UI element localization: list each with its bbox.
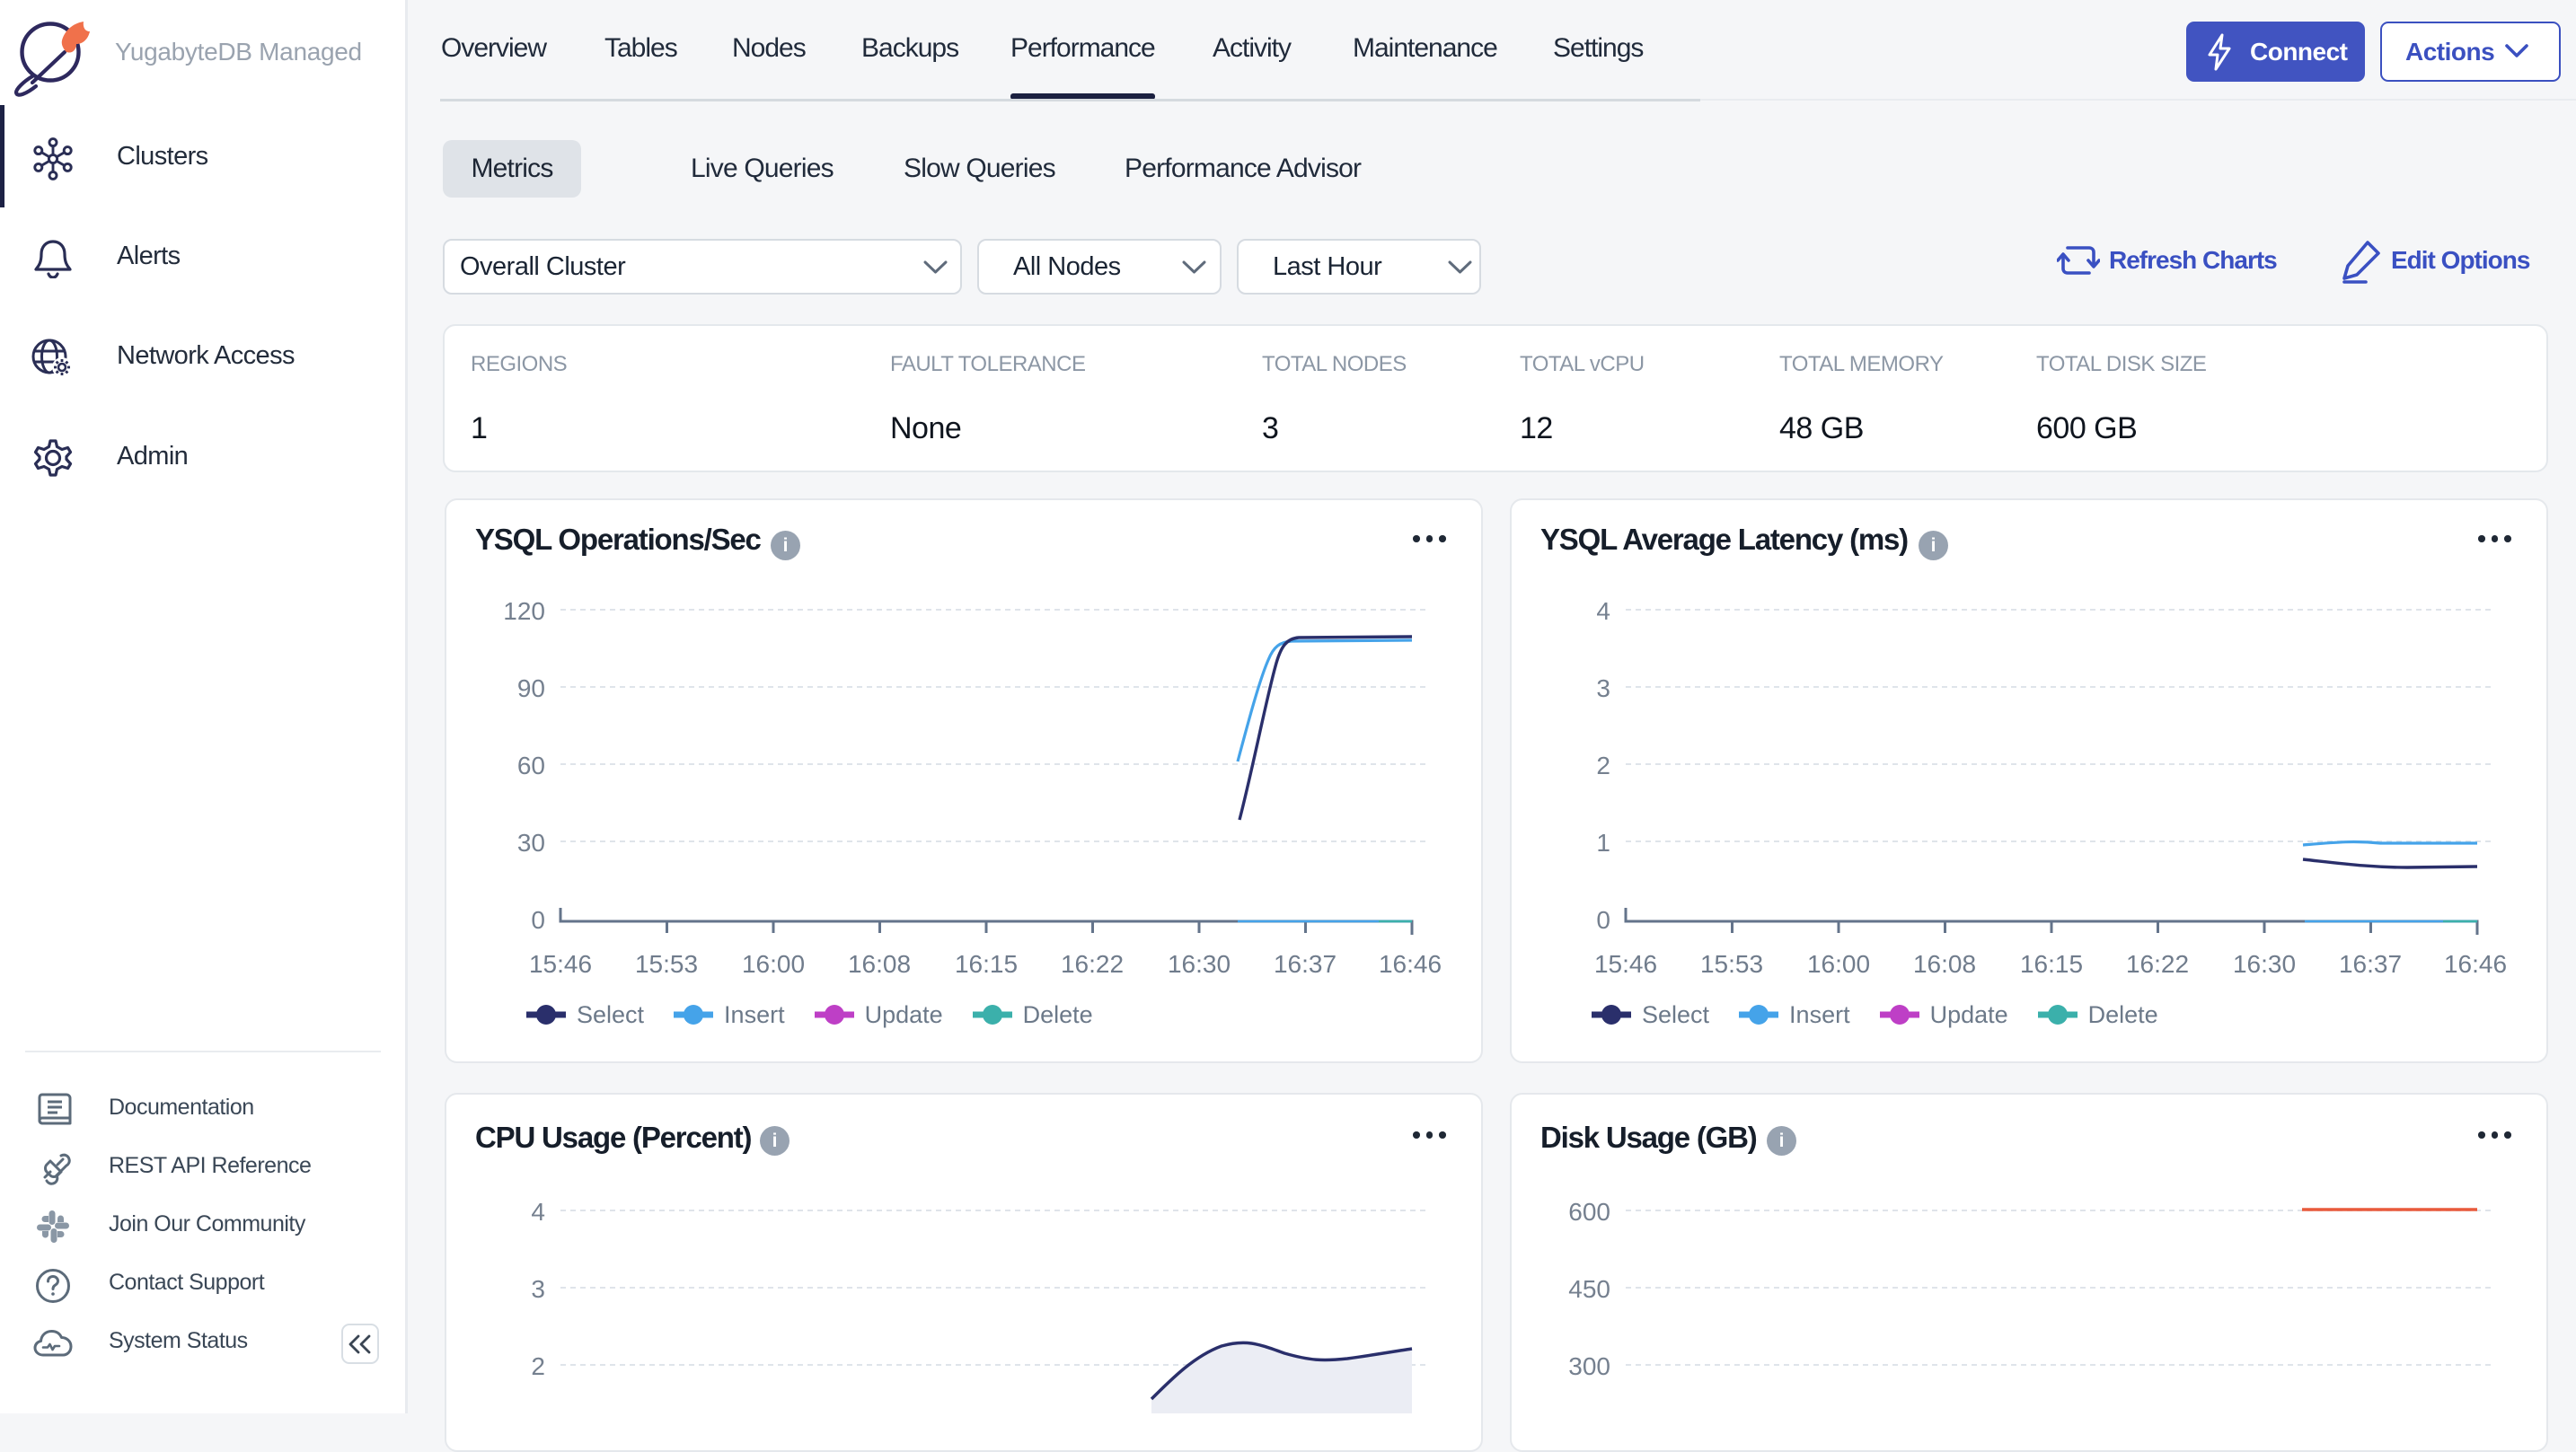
svg-text:16:22: 16:22: [2126, 950, 2189, 978]
svg-text:15:53: 15:53: [1700, 950, 1763, 978]
svg-text:2: 2: [531, 1352, 545, 1380]
svg-text:0: 0: [1596, 906, 1610, 934]
svg-text:450: 450: [1568, 1275, 1610, 1303]
svg-text:600: 600: [1568, 1198, 1610, 1226]
svg-text:16:46: 16:46: [1379, 950, 1442, 978]
svg-text:60: 60: [517, 752, 545, 779]
svg-text:30: 30: [517, 829, 545, 857]
svg-text:16:30: 16:30: [1168, 950, 1231, 978]
svg-text:16:37: 16:37: [1274, 950, 1337, 978]
svg-text:16:15: 16:15: [2020, 950, 2083, 978]
svg-text:4: 4: [531, 1198, 545, 1226]
svg-text:1: 1: [1596, 829, 1610, 857]
svg-text:15:53: 15:53: [635, 950, 698, 978]
svg-text:90: 90: [517, 674, 545, 702]
svg-text:15:46: 15:46: [1594, 950, 1657, 978]
svg-text:16:22: 16:22: [1061, 950, 1124, 978]
svg-text:16:08: 16:08: [1913, 950, 1976, 978]
svg-text:0: 0: [531, 906, 545, 934]
svg-text:16:46: 16:46: [2444, 950, 2507, 978]
svg-text:3: 3: [531, 1275, 545, 1303]
svg-text:120: 120: [503, 597, 545, 625]
svg-text:4: 4: [1596, 597, 1610, 625]
svg-text:16:15: 16:15: [955, 950, 1018, 978]
svg-text:2: 2: [1596, 752, 1610, 779]
svg-text:16:08: 16:08: [848, 950, 911, 978]
svg-text:16:00: 16:00: [1807, 950, 1870, 978]
svg-text:3: 3: [1596, 674, 1610, 702]
svg-text:16:00: 16:00: [742, 950, 805, 978]
svg-text:16:30: 16:30: [2233, 950, 2296, 978]
svg-text:16:37: 16:37: [2339, 950, 2402, 978]
svg-text:15:46: 15:46: [529, 950, 592, 978]
svg-text:300: 300: [1568, 1352, 1610, 1380]
